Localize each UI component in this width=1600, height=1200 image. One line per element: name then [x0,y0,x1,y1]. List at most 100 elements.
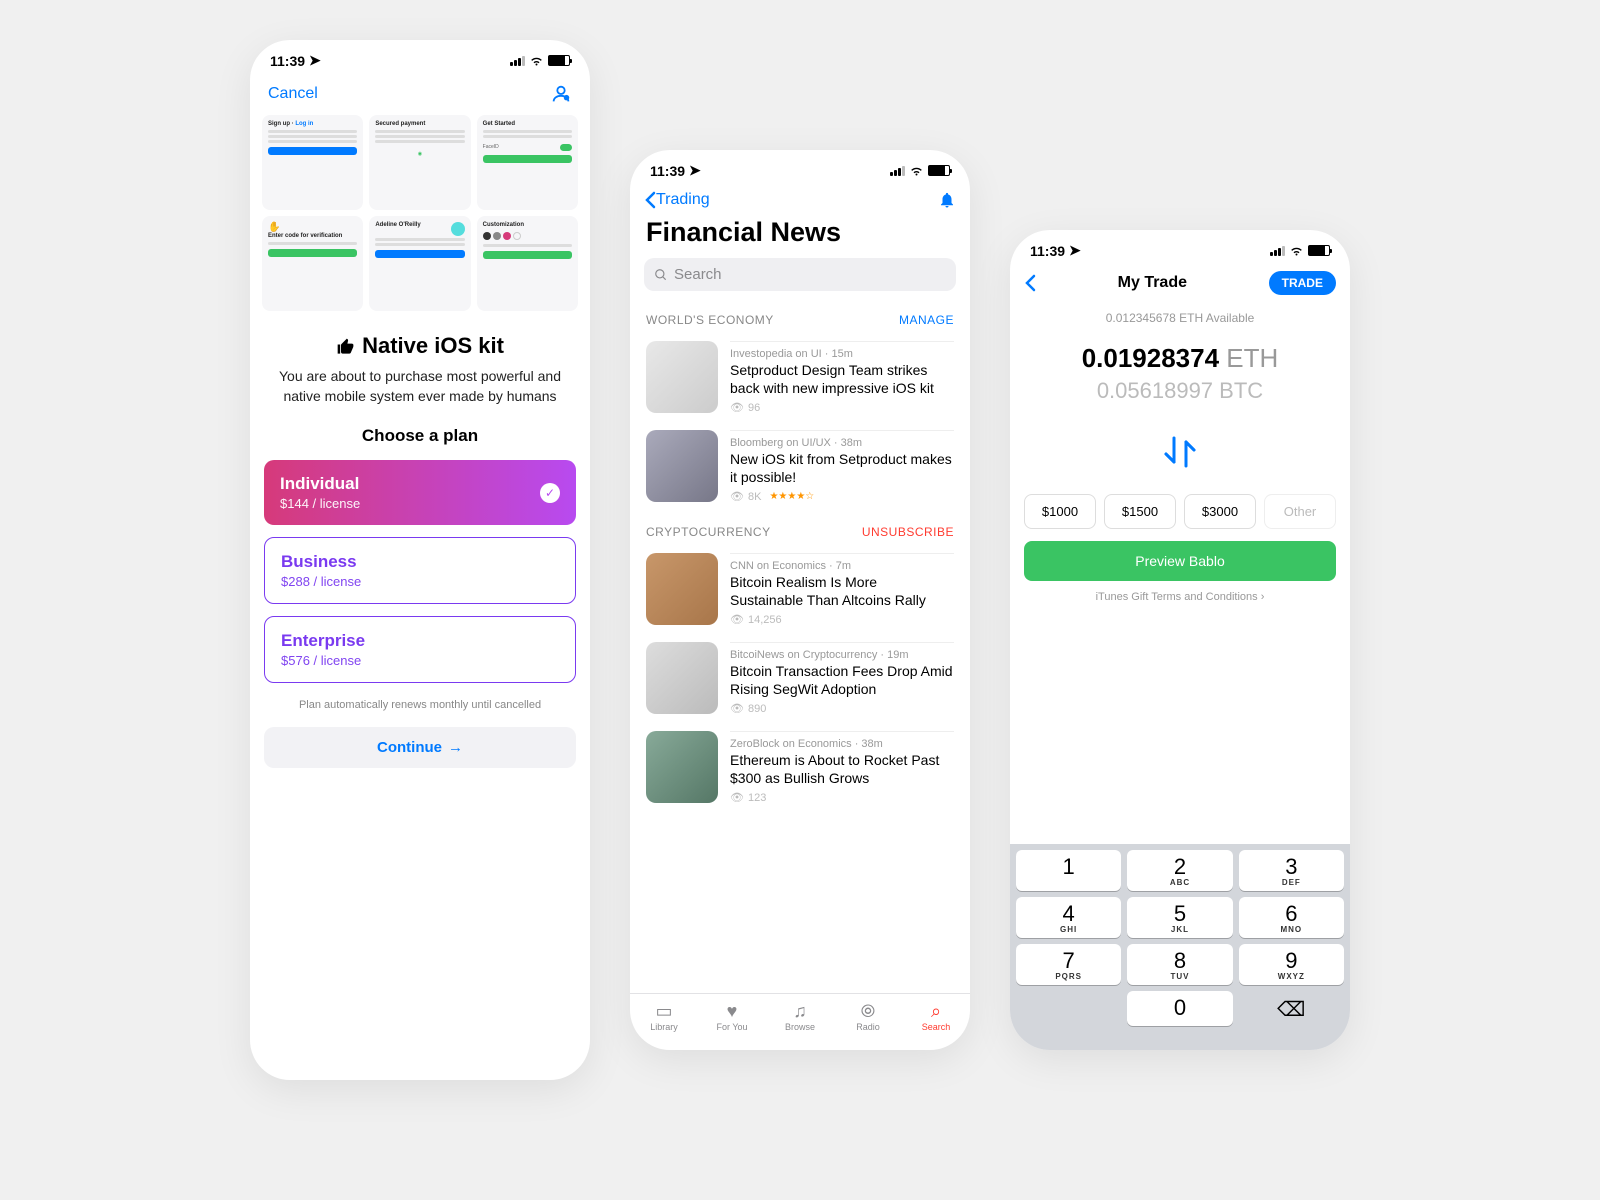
preview-profile: Adeline O'Reilly [369,216,470,311]
key-0[interactable]: 0 [1127,991,1232,1026]
key-8[interactable]: 8TUV [1127,944,1232,985]
back-button[interactable]: Trading [644,191,710,209]
back-button[interactable] [1024,274,1036,292]
section-head-economy: WORLD'S ECONOMY MANAGE [630,299,970,333]
news-item[interactable]: ZeroBlock on Economics · 38m Ethereum is… [630,723,970,812]
key-2[interactable]: 2ABC [1127,850,1232,891]
status-time: 11:39 [270,53,305,69]
swap-icon[interactable] [1010,428,1350,476]
terms-link[interactable]: iTunes Gift Terms and Conditions › [1010,591,1350,603]
section-head-crypto: CRYPTOCURRENCY UNSUBSCRIBE [630,511,970,545]
signal-icon [1270,246,1285,256]
numeric-keypad: 1 2ABC 3DEF 4GHI 5JKL 6MNO 7PQRS 8TUV 9W… [1010,844,1350,1050]
wifi-icon [909,163,924,179]
location-icon: ➤ [309,52,321,69]
battery-icon [1308,245,1330,256]
thumbnail [646,341,718,413]
location-icon: ➤ [689,162,701,179]
continue-button[interactable]: Continue → [264,727,576,768]
chip-other[interactable]: Other [1264,494,1336,529]
plan-individual[interactable]: Individual $144 / license ✓ [264,460,576,525]
news-item[interactable]: Bloomberg on UI/UX · 38m New iOS kit fro… [630,422,970,511]
check-icon: ✓ [540,483,560,503]
key-7[interactable]: 7PQRS [1016,944,1121,985]
status-time: 11:39 [1030,243,1065,259]
tab-foryou[interactable]: ♥For You [698,1000,766,1032]
plan-business[interactable]: Business $288 / license [264,537,576,604]
tab-library[interactable]: ▭Library [630,1000,698,1032]
thumbnail [646,731,718,803]
manage-button[interactable]: MANAGE [899,313,954,327]
key-blank [1016,991,1121,1026]
news-item[interactable]: BitcoiNews on Cryptocurrency · 19m Bitco… [630,634,970,723]
available-balance: 0.012345678 ETH Available [1010,311,1350,325]
eye-icon: 👁 [730,791,744,804]
signal-icon [890,166,905,176]
battery-icon [548,55,570,66]
thumbsup-icon [336,333,356,359]
search-input[interactable]: Search [644,258,956,291]
chip-1000[interactable]: $1000 [1024,494,1096,529]
phone-news: 11:39 ➤ Trading Financial News Search WO… [630,150,970,1050]
news-item[interactable]: CNN on Economics · 7m Bitcoin Realism Is… [630,545,970,634]
key-5[interactable]: 5JKL [1127,897,1232,938]
profile-icon[interactable] [550,83,572,105]
search-icon: ⌕ [902,1000,970,1022]
status-time: 11:39 [650,163,685,179]
phone-plans: 11:39 ➤ Cancel Sign up · Log in Secured … [250,40,590,1080]
search-icon [654,266,668,283]
key-9[interactable]: 9WXYZ [1239,944,1344,985]
page-heading: Native iOS kit [250,333,590,359]
choose-heading: Choose a plan [250,426,590,446]
nav-bar: Trading [630,187,970,213]
key-delete[interactable]: ⌫ [1239,991,1344,1026]
status-bar: 11:39 ➤ [1010,230,1350,267]
key-4[interactable]: 4GHI [1016,897,1121,938]
signal-icon [510,56,525,66]
tab-browse[interactable]: ♫Browse [766,1000,834,1032]
eye-icon: 👁 [730,613,744,626]
thumbnail [646,553,718,625]
nav-bar: Cancel [250,77,590,115]
radio-icon: ⦾ [834,1000,902,1022]
music-icon: ♫ [766,1000,834,1022]
eye-icon: 👁 [730,490,744,503]
tab-radio[interactable]: ⦾Radio [834,1000,902,1032]
plan-enterprise[interactable]: Enterprise $576 / license [264,616,576,683]
chip-3000[interactable]: $3000 [1184,494,1256,529]
preview-button[interactable]: Preview Bablo [1024,541,1336,581]
eye-icon: 👁 [730,401,744,414]
page-title: Financial News [630,213,970,258]
library-icon: ▭ [630,1000,698,1022]
arrow-right-icon: → [448,739,463,756]
eye-icon: 👁 [730,702,744,715]
unsubscribe-button[interactable]: UNSUBSCRIBE [862,525,954,539]
thumbnail [646,430,718,502]
renew-note: Plan automatically renews monthly until … [250,699,590,711]
status-bar: 11:39 ➤ [630,150,970,187]
key-3[interactable]: 3DEF [1239,850,1344,891]
key-1[interactable]: 1 [1016,850,1121,891]
cancel-button[interactable]: Cancel [268,85,318,103]
backspace-icon: ⌫ [1277,997,1305,1022]
page-title: My Trade [1118,274,1187,292]
chip-1500[interactable]: $1500 [1104,494,1176,529]
trade-button[interactable]: TRADE [1269,271,1336,295]
nav-bar: My Trade TRADE [1010,267,1350,305]
wifi-icon [1289,243,1304,259]
preview-grid: Sign up · Log in Secured payment◉ Get St… [250,115,590,311]
key-6[interactable]: 6MNO [1239,897,1344,938]
tab-bar: ▭Library ♥For You ♫Browse ⦾Radio ⌕Search [630,993,970,1050]
battery-icon [928,165,950,176]
amount-chips: $1000 $1500 $3000 Other [1010,494,1350,541]
page-description: You are about to purchase most powerful … [250,367,590,406]
secondary-amount: 0.05618997 BTC [1010,378,1350,404]
status-bar: 11:39 ➤ [250,40,590,77]
thumbnail [646,642,718,714]
wifi-icon [529,53,544,69]
preview-payment: Secured payment◉ [369,115,470,210]
news-item[interactable]: Investopedia on UI · 15m Setproduct Desi… [630,333,970,422]
phone-trade: 11:39 ➤ My Trade TRADE 0.012345678 ETH A… [1010,230,1350,1050]
tab-search[interactable]: ⌕Search [902,1000,970,1032]
bell-icon[interactable] [938,191,956,209]
